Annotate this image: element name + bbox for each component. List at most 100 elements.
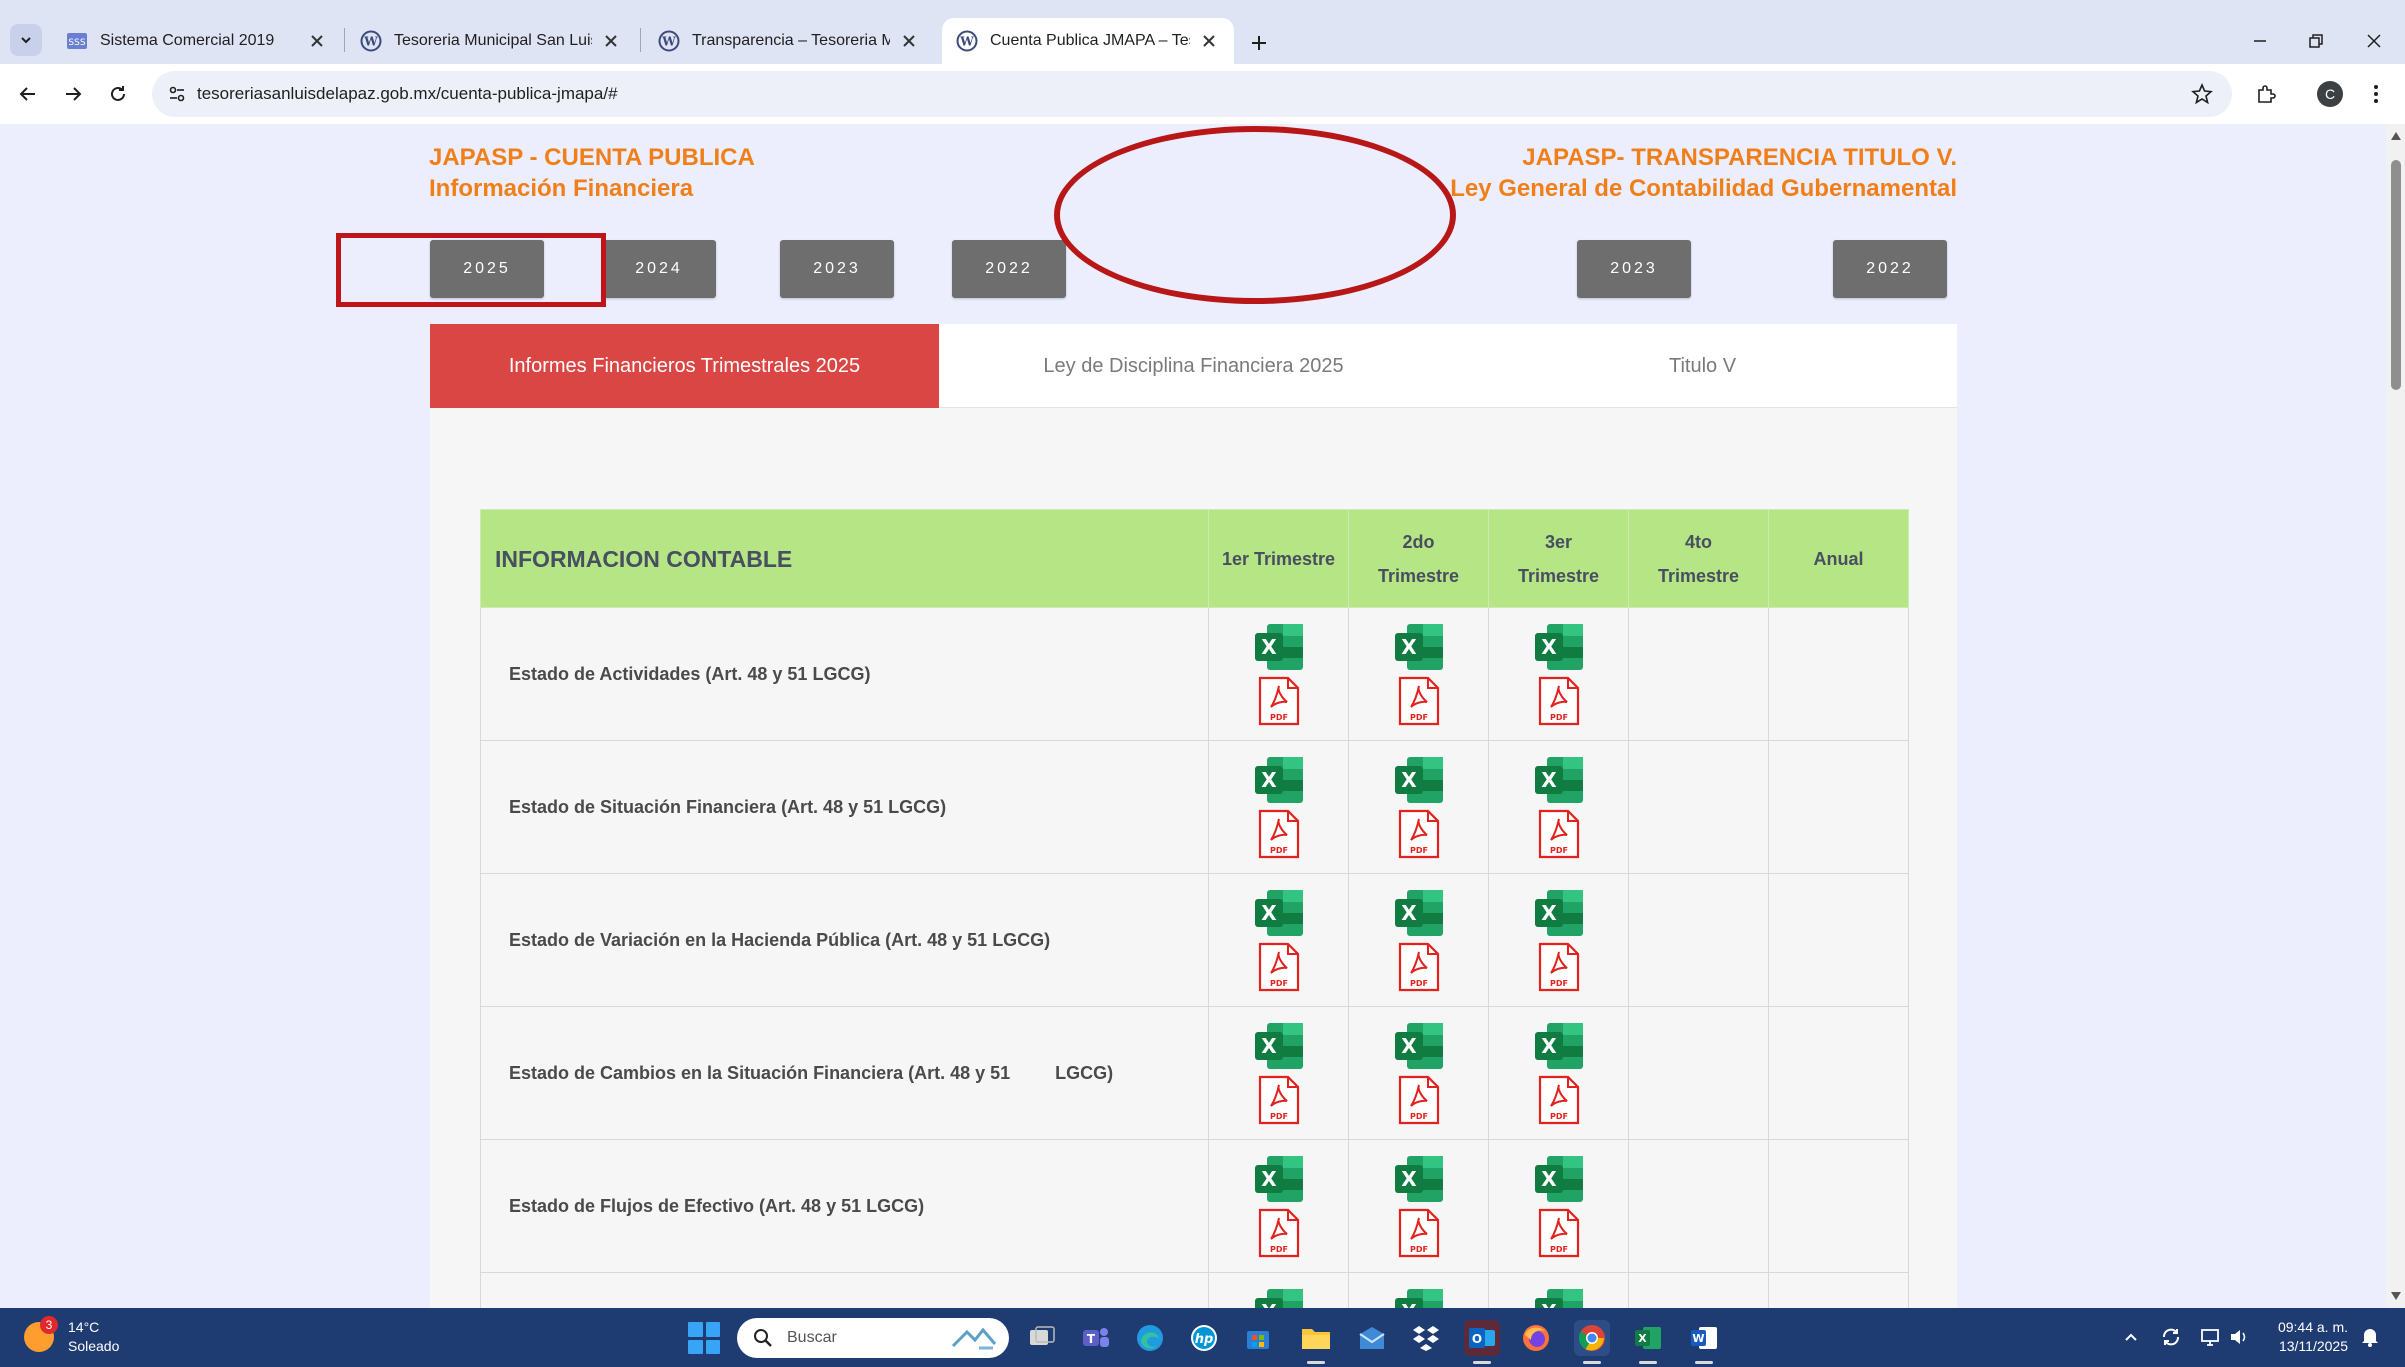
excel-file-icon[interactable]: X <box>1393 1021 1445 1071</box>
excel-file-icon[interactable]: X <box>1253 888 1305 938</box>
tab-search-button[interactable] <box>10 24 42 56</box>
pdf-file-icon[interactable]: PDF <box>1538 1208 1580 1258</box>
page-scrollbar[interactable] <box>2386 124 2405 1308</box>
minimize-button[interactable] <box>2240 24 2280 58</box>
excel-file-icon[interactable]: X <box>1533 622 1585 672</box>
taskbar-search[interactable]: Buscar <box>737 1318 1009 1358</box>
excel-file-icon[interactable]: X <box>1533 1287 1585 1308</box>
excel-file-icon[interactable]: X <box>1253 1154 1305 1204</box>
close-tab-icon[interactable] <box>306 30 328 52</box>
chrome-icon[interactable] <box>1574 1320 1610 1364</box>
hp-icon[interactable]: hp <box>1186 1320 1222 1356</box>
excel-file-icon[interactable]: X <box>1253 755 1305 805</box>
taskbar-clock[interactable]: 09:44 a. m. 13/11/2025 <box>2258 1318 2348 1356</box>
svg-text:PDF: PDF <box>1410 1112 1428 1121</box>
close-tab-icon[interactable] <box>1198 30 1220 52</box>
bookmark-star-icon[interactable] <box>2188 80 2216 108</box>
wordpress-icon: W <box>360 30 382 52</box>
volume-icon[interactable] <box>2225 1322 2253 1352</box>
pdf-file-icon[interactable]: PDF <box>1398 676 1440 726</box>
firefox-icon[interactable] <box>1518 1320 1554 1356</box>
excel-file-icon[interactable]: X <box>1253 1021 1305 1071</box>
windows-start-icon[interactable] <box>688 1322 720 1354</box>
site-info-icon[interactable] <box>162 79 192 109</box>
tab-titulo-v[interactable]: Titulo V <box>1448 324 1957 408</box>
sync-icon[interactable] <box>2157 1322 2185 1352</box>
mail-icon[interactable] <box>1354 1320 1390 1356</box>
excel-file-icon[interactable]: X <box>1393 888 1445 938</box>
chevron-up-icon[interactable] <box>2117 1322 2145 1352</box>
svg-text:X: X <box>1401 768 1417 792</box>
network-icon[interactable] <box>2197 1322 2225 1352</box>
pdf-file-icon[interactable]: PDF <box>1538 1075 1580 1125</box>
excel-file-icon[interactable]: X <box>1253 1287 1305 1308</box>
plus-icon <box>1252 36 1266 50</box>
excel-file-icon[interactable]: X <box>1393 622 1445 672</box>
year-2023-button[interactable]: 2023 <box>780 240 894 298</box>
excel-file-icon[interactable]: X <box>1393 755 1445 805</box>
svg-text:PDF: PDF <box>1550 713 1568 722</box>
microsoft-store-icon[interactable] <box>1240 1320 1276 1356</box>
pdf-file-icon[interactable]: PDF <box>1258 942 1300 992</box>
tab-title: Sistema Comercial 2019 <box>100 32 275 49</box>
browser-toolbar: tesoreriasanluisdelapaz.gob.mx/cuenta-pu… <box>0 64 2405 124</box>
browser-tab-3[interactable]: W Transparencia – Tesoreria Munic <box>644 18 934 64</box>
teams-icon[interactable]: T <box>1078 1320 1114 1356</box>
excel-file-icon[interactable]: X <box>1533 888 1585 938</box>
pdf-file-icon[interactable]: PDF <box>1538 942 1580 992</box>
profile-button[interactable]: C <box>2312 76 2348 112</box>
pdf-file-icon[interactable]: PDF <box>1258 809 1300 859</box>
pdf-file-icon[interactable]: PDF <box>1398 942 1440 992</box>
pdf-file-icon[interactable]: PDF <box>1398 809 1440 859</box>
close-tab-icon[interactable] <box>898 30 920 52</box>
address-bar[interactable]: tesoreriasanluisdelapaz.gob.mx/cuenta-pu… <box>152 71 2232 117</box>
browser-menu-button[interactable] <box>2358 76 2394 112</box>
pdf-file-icon[interactable]: PDF <box>1398 1208 1440 1258</box>
excel-icon[interactable]: X <box>1630 1320 1666 1364</box>
scroll-down-arrow-icon[interactable] <box>2390 1290 2402 1302</box>
sun-icon: 3 <box>24 1316 58 1352</box>
pdf-file-icon[interactable]: PDF <box>1398 1075 1440 1125</box>
notifications-icon[interactable] <box>2356 1322 2384 1352</box>
browser-tab-2[interactable]: W Tesoreria Municipal San Luis de <box>346 18 636 64</box>
excel-file-icon[interactable]: X <box>1393 1287 1445 1308</box>
task-view-icon[interactable] <box>1024 1320 1060 1356</box>
forward-button[interactable] <box>55 76 91 112</box>
edge-icon[interactable] <box>1132 1320 1168 1356</box>
back-button[interactable] <box>10 76 46 112</box>
word-icon[interactable]: W <box>1686 1320 1722 1364</box>
scroll-up-arrow-icon[interactable] <box>2390 130 2402 142</box>
weather-widget[interactable]: 3 14°C Soleado <box>24 1316 119 1356</box>
tab-informes-financieros[interactable]: Informes Financieros Trimestrales 2025 <box>430 324 939 408</box>
year-2022-button[interactable]: 2022 <box>952 240 1066 298</box>
row-label: Estado de Cambios en la Situación Financ… <box>480 1006 1209 1140</box>
svg-text:hp: hp <box>1195 1332 1214 1347</box>
extensions-button[interactable] <box>2248 76 2284 112</box>
year-2024-button[interactable]: 2024 <box>602 240 716 298</box>
reload-button[interactable] <box>100 76 136 112</box>
pdf-file-icon[interactable]: PDF <box>1538 676 1580 726</box>
restore-button[interactable] <box>2296 24 2336 58</box>
transparency-year-2022-button[interactable]: 2022 <box>1833 240 1947 298</box>
scrollbar-thumb[interactable] <box>2391 160 2401 390</box>
pdf-file-icon[interactable]: PDF <box>1258 1208 1300 1258</box>
dropbox-icon[interactable] <box>1408 1320 1444 1356</box>
transparency-year-2023-button[interactable]: 2023 <box>1577 240 1691 298</box>
close-tab-icon[interactable] <box>600 30 622 52</box>
pdf-file-icon[interactable]: PDF <box>1258 1075 1300 1125</box>
close-window-button[interactable] <box>2354 24 2394 58</box>
browser-tab-1[interactable]: SSS Sistema Comercial 2019 <box>52 18 342 64</box>
pdf-file-icon[interactable]: PDF <box>1538 809 1580 859</box>
excel-file-icon[interactable]: X <box>1533 755 1585 805</box>
outlook-icon[interactable]: O <box>1464 1320 1500 1364</box>
excel-file-icon[interactable]: X <box>1533 1021 1585 1071</box>
browser-tab-active[interactable]: W Cuenta Publica JMAPA – Tesore <box>942 18 1234 64</box>
file-explorer-icon[interactable] <box>1298 1320 1334 1364</box>
excel-file-icon[interactable]: X <box>1533 1154 1585 1204</box>
file-cell: XPDF <box>1348 1272 1489 1308</box>
excel-file-icon[interactable]: X <box>1393 1154 1445 1204</box>
pdf-file-icon[interactable]: PDF <box>1258 676 1300 726</box>
excel-file-icon[interactable]: X <box>1253 622 1305 672</box>
new-tab-button[interactable] <box>1242 28 1276 58</box>
tab-ley-disciplina[interactable]: Ley de Disciplina Financiera 2025 <box>939 324 1448 408</box>
